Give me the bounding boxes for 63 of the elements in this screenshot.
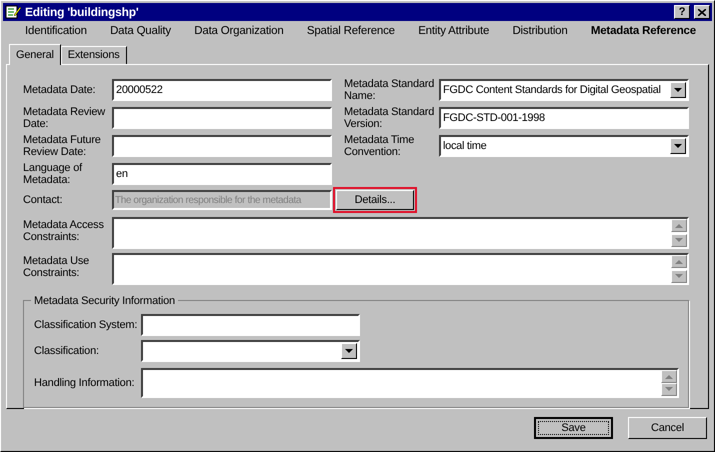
notepad-icon — [5, 5, 21, 19]
text-area[interactable] — [141, 368, 679, 398]
text-field[interactable]: 20000522 — [112, 79, 332, 101]
scrollbar[interactable] — [661, 370, 677, 396]
section-tab[interactable]: Identification — [23, 22, 89, 40]
scroll-up-button[interactable] — [671, 219, 687, 232]
tab[interactable]: General — [9, 44, 61, 65]
field-label: Classification System: — [34, 318, 138, 333]
field-label: Metadata Standard Version: — [344, 106, 436, 130]
section-tab[interactable]: Distribution — [510, 22, 570, 40]
save-button[interactable]: Save — [534, 417, 613, 439]
text-field[interactable] — [141, 314, 360, 336]
field-label: Metadata Access Constraints: — [23, 218, 105, 245]
close-icon — [698, 8, 706, 16]
scroll-down-button[interactable] — [671, 234, 687, 247]
dropdown-field[interactable] — [141, 340, 360, 362]
field-label: Contact: — [23, 192, 64, 208]
text-field[interactable]: FGDC-STD-001-1998 — [439, 107, 689, 129]
section-tab[interactable]: Data Organization — [192, 22, 286, 40]
up-arrow-icon — [665, 374, 673, 379]
up-arrow-icon — [675, 259, 683, 264]
down-arrow-icon — [665, 387, 673, 392]
up-arrow-icon — [675, 223, 683, 228]
text-field[interactable]: en — [112, 163, 332, 185]
text-area[interactable] — [112, 253, 689, 285]
section-tab[interactable]: Metadata Reference — [588, 22, 698, 40]
cancel-button[interactable]: Cancel — [628, 417, 707, 439]
dropdown-button[interactable] — [670, 138, 686, 154]
dropdown-field[interactable]: local time — [439, 135, 689, 157]
scroll-down-button[interactable] — [671, 270, 687, 283]
down-arrow-icon — [675, 238, 683, 243]
dropdown-button[interactable] — [670, 82, 686, 98]
scroll-up-button[interactable] — [661, 370, 677, 383]
group-title: Metadata Security Information — [31, 293, 178, 310]
down-arrow-icon — [344, 347, 354, 355]
section-tab[interactable]: Spatial Reference — [304, 22, 397, 40]
window-title: Editing 'buildingshp' — [25, 4, 140, 21]
field-label: Metadata Date: — [23, 84, 96, 96]
field-label: Metadata Time Convention: — [344, 134, 416, 158]
section-tab[interactable]: Data Quality — [108, 22, 173, 40]
text-field[interactable] — [112, 107, 332, 129]
field-label: Metadata Standard Name: — [344, 78, 436, 102]
text-area[interactable] — [112, 217, 689, 249]
field-label: Metadata Future Review Date: — [23, 134, 102, 158]
dropdown-field[interactable]: FGDC Content Standards for Digital Geospatial — [439, 79, 689, 101]
close-button[interactable] — [694, 5, 710, 19]
field-label: Handling Information: — [34, 376, 136, 391]
scrollbar[interactable] — [671, 219, 687, 247]
text-field[interactable] — [112, 135, 332, 157]
scroll-down-button[interactable] — [661, 383, 677, 396]
down-arrow-icon — [673, 142, 683, 150]
scroll-up-button[interactable] — [671, 255, 687, 268]
dropdown-button[interactable] — [341, 343, 357, 359]
field-label: Classification: — [34, 344, 100, 359]
help-button[interactable]: ? — [674, 5, 690, 19]
scrollbar[interactable] — [671, 255, 687, 283]
down-arrow-icon — [673, 86, 683, 94]
field-label: Metadata Use Constraints: — [23, 254, 90, 281]
section-tab[interactable]: Entity Attribute — [416, 22, 492, 40]
field-label: Language of Metadata: — [23, 162, 84, 186]
tab[interactable]: Extensions — [60, 46, 127, 64]
field-label: Metadata Review Date: — [23, 106, 106, 130]
down-arrow-icon — [675, 274, 683, 279]
